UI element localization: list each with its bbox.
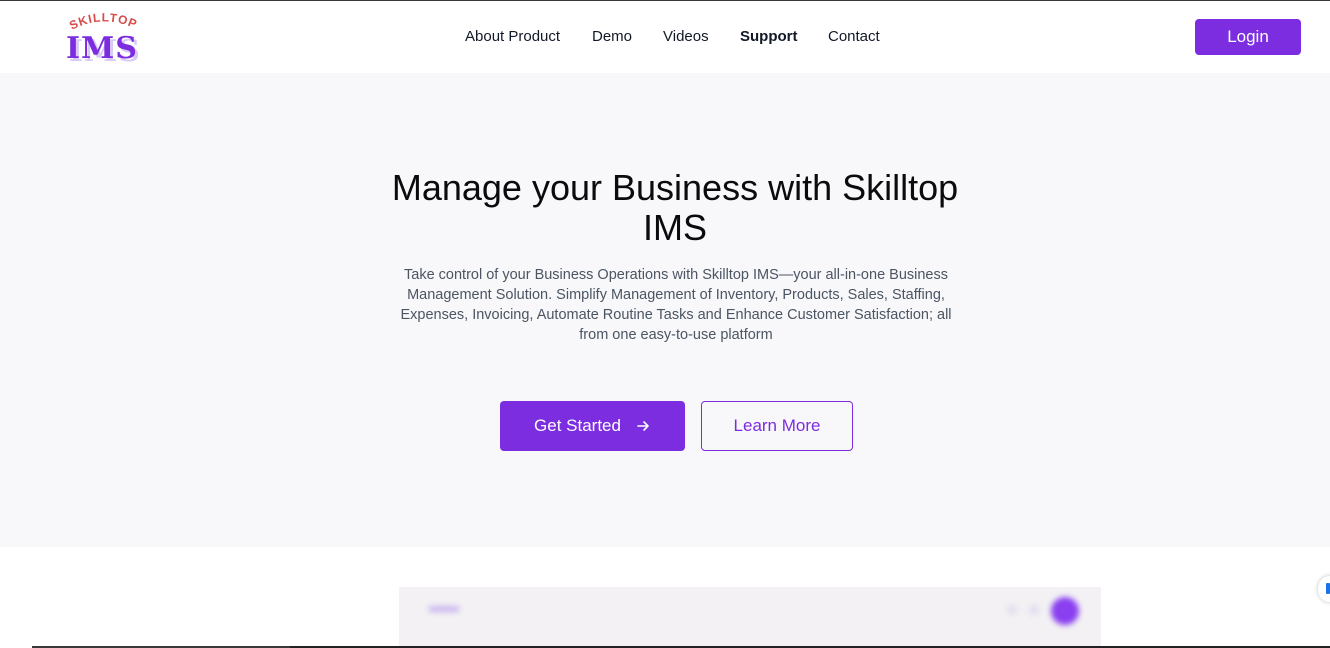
get-started-button[interactable]: Get Started xyxy=(500,401,685,451)
side-widget-mark xyxy=(1326,583,1330,594)
login-button[interactable]: Login xyxy=(1195,19,1301,55)
preview-placeholder-bar xyxy=(429,606,459,612)
preview-dot-icon xyxy=(1029,605,1039,615)
learn-more-button[interactable]: Learn More xyxy=(701,401,853,451)
preview-avatar-icon xyxy=(1051,597,1079,625)
nav-demo[interactable]: Demo xyxy=(592,28,632,45)
site-header: SKILLTOP IMS IMS About Product Demo Vide… xyxy=(0,1,1330,73)
dashboard-preview-blurred xyxy=(399,587,1101,648)
hero-description: Take control of your Business Operations… xyxy=(400,267,952,343)
dashboard-preview xyxy=(399,587,1101,648)
nav-support[interactable]: Support xyxy=(740,28,798,45)
page: SKILLTOP IMS IMS About Product Demo Vide… xyxy=(0,0,1330,648)
arrow-right-icon xyxy=(635,418,651,434)
side-widget-icon[interactable] xyxy=(1318,576,1330,602)
hero-title: Manage your Business with Skilltop IMS xyxy=(391,167,959,248)
nav-about-product[interactable]: About Product xyxy=(465,28,560,45)
preview-dot-icon xyxy=(1007,605,1017,615)
hero-section: Manage your Business with Skilltop IMS T… xyxy=(0,73,1330,547)
get-started-label: Get Started xyxy=(534,416,621,435)
nav-videos[interactable]: Videos xyxy=(663,28,709,45)
main-nav: About Product Demo Videos Support Contac… xyxy=(0,1,1330,73)
nav-contact[interactable]: Contact xyxy=(828,28,880,45)
